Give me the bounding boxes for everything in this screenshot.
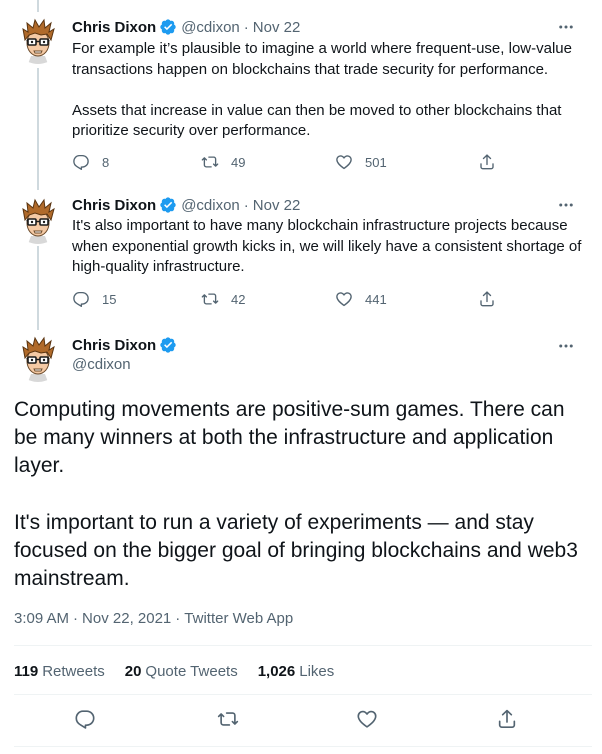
tweet-stats: 119 Retweets 20 Quote Tweets 1,026 Likes <box>14 661 354 681</box>
reply-icon <box>72 153 90 171</box>
share-button[interactable] <box>495 707 519 731</box>
reply-icon <box>74 708 96 730</box>
meta-separator: · <box>73 609 79 627</box>
retweets-stat[interactable]: 119 Retweets <box>14 663 105 680</box>
verified-badge-icon <box>159 18 177 36</box>
main-tweet-text: Computing movements are positive-sum gam… <box>14 398 578 591</box>
avatar[interactable] <box>14 334 62 382</box>
main-name-row: Chris Dixon <box>72 335 181 355</box>
retweet-count: 42 <box>231 291 246 307</box>
reply-count: 8 <box>102 154 110 170</box>
share-button[interactable] <box>478 152 496 172</box>
main-tweet-actions <box>0 707 602 731</box>
tweet-date[interactable]: Nov 22 <box>253 19 301 36</box>
like-count: 441 <box>365 291 387 307</box>
author-handle[interactable]: @cdixon <box>72 355 181 375</box>
divider <box>14 694 592 695</box>
like-button[interactable]: 441 <box>335 289 387 309</box>
tweet-header: Chris Dixon @cdixon · Nov 22 <box>72 17 300 37</box>
retweet-count: 49 <box>231 154 246 170</box>
more-horizontal-icon <box>557 196 575 214</box>
divider <box>14 645 592 646</box>
author-handle[interactable]: @cdixon <box>181 19 240 36</box>
more-options-button[interactable] <box>556 336 576 356</box>
likes-label: Likes <box>299 662 335 680</box>
verified-badge-icon <box>159 196 177 214</box>
thread-tweet-1[interactable]: Chris Dixon @cdixon · Nov 22 For example… <box>0 0 602 190</box>
tweet-header: Chris Dixon @cdixon · Nov 22 <box>72 195 300 215</box>
main-tweet: Chris Dixon @cdixon Computing movements … <box>0 330 602 754</box>
retweet-button[interactable]: 42 <box>201 289 245 309</box>
author-name[interactable]: Chris Dixon <box>72 337 156 354</box>
quote-tweets-count: 20 <box>124 662 142 680</box>
divider <box>14 746 592 747</box>
quote-tweets-label: Quote Tweets <box>145 662 238 680</box>
avatar[interactable] <box>14 196 62 244</box>
tweet-time[interactable]: 3:09 AM <box>14 610 69 627</box>
share-icon <box>478 290 496 308</box>
likes-stat[interactable]: 1,026 Likes <box>258 663 335 680</box>
main-author-block: Chris Dixon @cdixon <box>72 335 181 375</box>
tweet-source[interactable]: Twitter Web App <box>184 610 293 627</box>
retweet-icon <box>201 153 219 171</box>
likes-count: 1,026 <box>257 662 296 680</box>
author-name[interactable]: Chris Dixon <box>72 197 156 214</box>
more-options-button[interactable] <box>556 195 576 215</box>
retweets-count: 119 <box>14 662 39 680</box>
share-button[interactable] <box>478 289 496 309</box>
thread-tweet-2[interactable]: Chris Dixon @cdixon · Nov 22 It's also i… <box>0 190 602 330</box>
tweet-actions: 15 42 441 <box>72 289 512 309</box>
reply-button[interactable]: 15 <box>72 289 116 309</box>
separator-dot: · <box>243 196 249 214</box>
like-count: 501 <box>365 154 387 170</box>
separator-dot: · <box>243 18 249 36</box>
avatar-image <box>14 196 62 244</box>
reply-button[interactable] <box>73 707 97 731</box>
retweet-icon <box>201 290 219 308</box>
reply-button[interactable]: 8 <box>72 152 109 172</box>
verified-badge-icon <box>159 336 177 354</box>
more-horizontal-icon <box>557 337 575 355</box>
heart-icon <box>335 290 353 308</box>
heart-icon <box>335 153 353 171</box>
retweet-icon <box>217 708 239 730</box>
reply-icon <box>72 290 90 308</box>
retweet-button[interactable]: 49 <box>201 152 245 172</box>
heart-icon <box>356 708 378 730</box>
more-horizontal-icon <box>557 18 575 36</box>
tweet-text: For example it’s plausible to imagine a … <box>72 40 572 140</box>
tweet-meta: 3:09 AM · Nov 22, 2021 · Twitter Web App <box>14 608 293 628</box>
meta-separator: · <box>175 609 181 627</box>
retweets-label: Retweets <box>42 662 105 680</box>
share-icon <box>478 153 496 171</box>
avatar-image <box>14 16 62 64</box>
share-icon <box>496 708 518 730</box>
retweet-button[interactable] <box>216 707 240 731</box>
like-button[interactable] <box>355 707 379 731</box>
quote-tweets-stat[interactable]: 20 Quote Tweets <box>125 663 238 680</box>
avatar[interactable] <box>14 16 62 64</box>
like-button[interactable]: 501 <box>335 152 387 172</box>
tweet-date[interactable]: Nov 22 <box>253 197 301 214</box>
tweet-text: It's also important to have many blockch… <box>72 217 582 276</box>
more-options-button[interactable] <box>556 17 576 37</box>
author-name[interactable]: Chris Dixon <box>72 19 156 36</box>
avatar-image <box>14 334 62 382</box>
author-handle[interactable]: @cdixon <box>181 197 240 214</box>
reply-count: 15 <box>102 291 117 307</box>
tweet-actions: 8 49 501 <box>72 152 512 172</box>
tweet-full-date[interactable]: Nov 22, 2021 <box>82 610 171 627</box>
